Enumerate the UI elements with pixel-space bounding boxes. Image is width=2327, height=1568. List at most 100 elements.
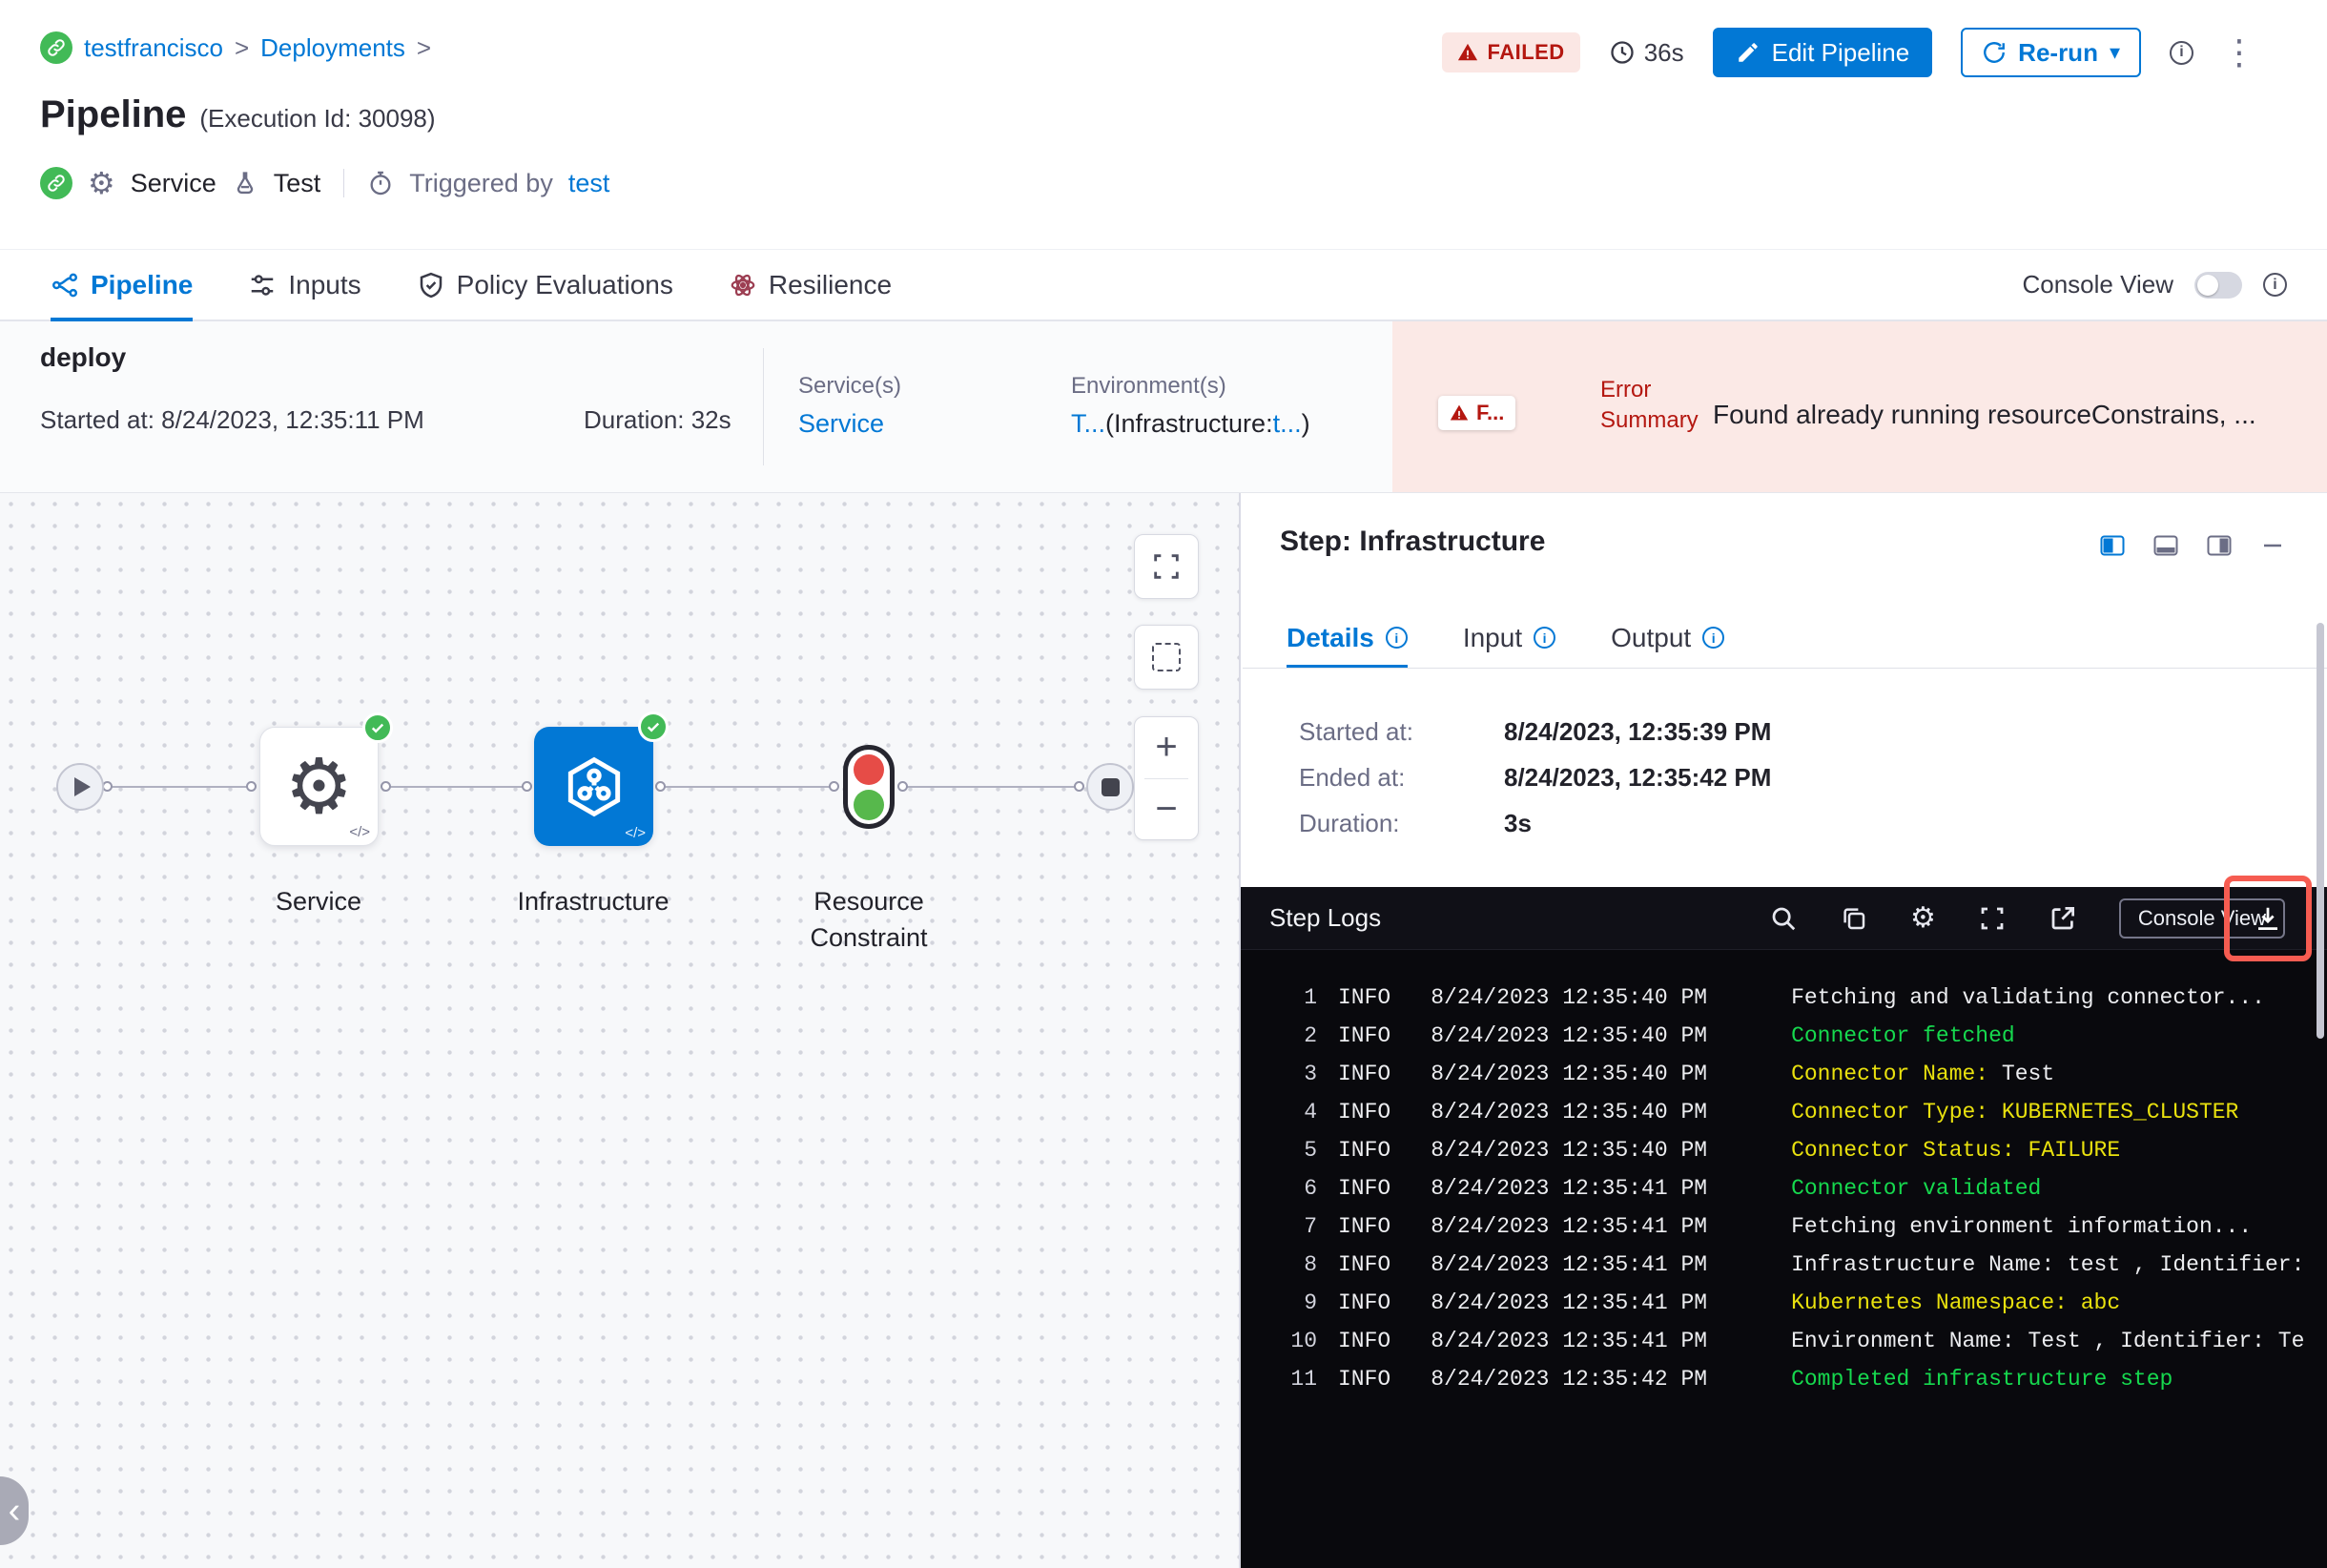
services-value-link[interactable]: Service bbox=[798, 409, 884, 439]
log-line: 10 INFO 8/24/2023 12:35:41 PM Environment N… bbox=[1256, 1322, 2327, 1360]
warning-icon bbox=[1458, 43, 1478, 61]
header-info-icon[interactable]: i bbox=[2170, 40, 2193, 65]
breadcrumb-project[interactable]: testfrancisco bbox=[84, 33, 223, 63]
tab-inputs[interactable]: Inputs bbox=[248, 250, 361, 320]
tab-details[interactable]: Details i bbox=[1287, 608, 1408, 669]
collapse-panel-button[interactable]: ‹ bbox=[0, 1476, 29, 1545]
detail-label: Duration: bbox=[1299, 808, 1400, 837]
download-icon[interactable] bbox=[2254, 904, 2282, 933]
pencil-icon bbox=[1738, 43, 1758, 62]
status-badge: FAILED bbox=[1442, 32, 1580, 72]
copy-icon[interactable] bbox=[1840, 904, 1868, 933]
open-in-new-icon[interactable] bbox=[2049, 904, 2077, 933]
elapsed-time: 36s bbox=[1609, 38, 1684, 68]
toggle-knob bbox=[2197, 274, 2218, 296]
detail-row-duration: Duration: 3s bbox=[1299, 800, 1771, 846]
tab-resilience-label: Resilience bbox=[768, 269, 893, 299]
scrollbar-thumb[interactable] bbox=[2317, 623, 2324, 1039]
log-line-number: 5 bbox=[1304, 1138, 1317, 1163]
log-settings-icon[interactable]: ⚙ bbox=[1910, 903, 1936, 933]
edit-pipeline-button[interactable]: Edit Pipeline bbox=[1712, 28, 1933, 77]
success-check-icon bbox=[362, 712, 393, 743]
gear-icon: ⚙ bbox=[284, 743, 354, 829]
header-actions: FAILED 36s Edit Pipeline Re-run ▾ i ⋮ bbox=[1442, 25, 2256, 80]
log-line-number: 4 bbox=[1304, 1100, 1317, 1124]
tab-policy-evaluations[interactable]: Policy Evaluations bbox=[417, 250, 673, 320]
more-options-icon[interactable]: ⋮ bbox=[2222, 35, 2256, 70]
detail-value: 3s bbox=[1504, 808, 1532, 837]
minimize-panel-icon[interactable] bbox=[2258, 531, 2287, 560]
log-line: 7 INFO 8/24/2023 12:35:41 PM Fetching envir… bbox=[1256, 1207, 2327, 1246]
search-icon[interactable] bbox=[1769, 904, 1798, 933]
zoom-out-button[interactable]: − bbox=[1135, 779, 1198, 840]
log-line-number: 2 bbox=[1304, 1023, 1317, 1048]
log-message: Connector validated bbox=[1791, 1176, 2042, 1201]
divider bbox=[1243, 668, 2327, 669]
end-node[interactable] bbox=[1086, 763, 1134, 811]
chevron-down-icon[interactable]: ▾ bbox=[2110, 42, 2120, 63]
node-service-label: Service bbox=[275, 887, 362, 916]
environment-link[interactable]: T... bbox=[1071, 409, 1105, 438]
expand-canvas-button[interactable] bbox=[1134, 534, 1199, 599]
fullscreen-icon[interactable] bbox=[1978, 904, 2007, 933]
detail-value: 8/24/2023, 12:35:39 PM bbox=[1504, 716, 1772, 746]
log-level: INFO bbox=[1338, 1329, 1391, 1353]
node-resource-constraint[interactable] bbox=[843, 745, 895, 829]
tab-resilience[interactable]: Resilience bbox=[729, 250, 892, 320]
console-view-toggle[interactable] bbox=[2194, 271, 2242, 299]
output-info-icon[interactable]: i bbox=[1702, 627, 1725, 649]
duration: Duration: 32s bbox=[584, 405, 731, 434]
log-level: INFO bbox=[1338, 1367, 1391, 1392]
pipeline-meta-row: ⚙ Service Test Triggered by test bbox=[40, 162, 609, 204]
triggered-by-label: Triggered by bbox=[409, 168, 553, 197]
zoom-controls: + − bbox=[1134, 716, 1199, 840]
test-icon bbox=[232, 170, 258, 196]
step-logs-header: Step Logs ⚙ Console View bbox=[1241, 887, 2327, 950]
log-lines[interactable]: 1 INFO 8/24/2023 12:35:40 PM Fetching and v… bbox=[1241, 950, 2327, 1568]
step-detail-rows: Started at: 8/24/2023, 12:35:39 PM Ended… bbox=[1299, 709, 1771, 846]
infrastructure-icon bbox=[567, 756, 620, 816]
console-view-info-icon[interactable]: i bbox=[2263, 273, 2287, 297]
detail-row-ended: Ended at: 8/24/2023, 12:35:42 PM bbox=[1299, 754, 1771, 800]
infrastructure-link[interactable]: t... bbox=[1273, 409, 1302, 438]
input-info-icon[interactable]: i bbox=[1534, 627, 1556, 649]
rerun-button[interactable]: Re-run ▾ bbox=[1961, 28, 2141, 77]
node-resource-constraint-label: Resource Constraint bbox=[754, 883, 983, 956]
log-message: Connector Type: KUBERNETES_CLUSTER bbox=[1791, 1100, 2239, 1124]
node-infrastructure[interactable]: </> bbox=[534, 712, 669, 846]
error-summary-label-line2: Summary bbox=[1600, 407, 1699, 433]
resilience-icon bbox=[731, 274, 755, 296]
fullscreen-icon bbox=[1154, 554, 1179, 579]
log-line: 8 INFO 8/24/2023 12:35:41 PM Infrastructure… bbox=[1256, 1246, 2327, 1284]
bottom-view-icon[interactable] bbox=[2152, 531, 2180, 560]
step-logs-title: Step Logs bbox=[1269, 903, 1382, 932]
start-node[interactable] bbox=[56, 763, 104, 811]
node-service[interactable]: ⚙ </> bbox=[259, 712, 393, 846]
service-icon: ⚙ bbox=[88, 166, 115, 200]
log-message: Environment Name: Test , Identifier: Te bbox=[1791, 1329, 2305, 1353]
step-detail-tabs: Details i Input i Output i bbox=[1287, 608, 1725, 669]
split-view-right-icon[interactable] bbox=[2205, 531, 2234, 560]
marquee-select-button[interactable] bbox=[1134, 625, 1199, 690]
tab-input[interactable]: Input i bbox=[1463, 608, 1556, 668]
tab-output[interactable]: Output i bbox=[1611, 608, 1725, 668]
pipeline-graph-canvas[interactable]: ⚙ </> Service </> Infrastructure Resourc… bbox=[0, 493, 1241, 1568]
log-timestamp: 8/24/2023 12:35:40 PM bbox=[1431, 985, 1708, 1010]
edge bbox=[900, 786, 1081, 788]
error-summary-zone: F... Error Summary Found already running… bbox=[1392, 321, 2327, 492]
tab-pipeline[interactable]: Pipeline bbox=[51, 250, 194, 321]
log-line-number: 7 bbox=[1304, 1214, 1317, 1239]
log-message: Infrastructure Name: test , Identifier: bbox=[1791, 1252, 2305, 1277]
log-level: INFO bbox=[1338, 1062, 1391, 1086]
stopwatch-icon bbox=[367, 170, 394, 196]
split-view-left-icon[interactable] bbox=[2098, 531, 2127, 560]
breadcrumb-deployments[interactable]: Deployments bbox=[260, 33, 405, 63]
resource-label-line2: Constraint bbox=[810, 923, 928, 952]
execution-tabbar: Pipeline Inputs Policy Evaluations Resil… bbox=[0, 249, 2327, 321]
log-timestamp: 8/24/2023 12:35:40 PM bbox=[1431, 1138, 1708, 1163]
zoom-in-button[interactable]: + bbox=[1135, 717, 1198, 778]
details-info-icon[interactable]: i bbox=[1385, 627, 1408, 649]
status-badge-label: FAILED bbox=[1487, 40, 1565, 64]
environments-label: Environment(s) bbox=[1071, 373, 1226, 399]
triggered-by-user[interactable]: test bbox=[568, 169, 610, 198]
